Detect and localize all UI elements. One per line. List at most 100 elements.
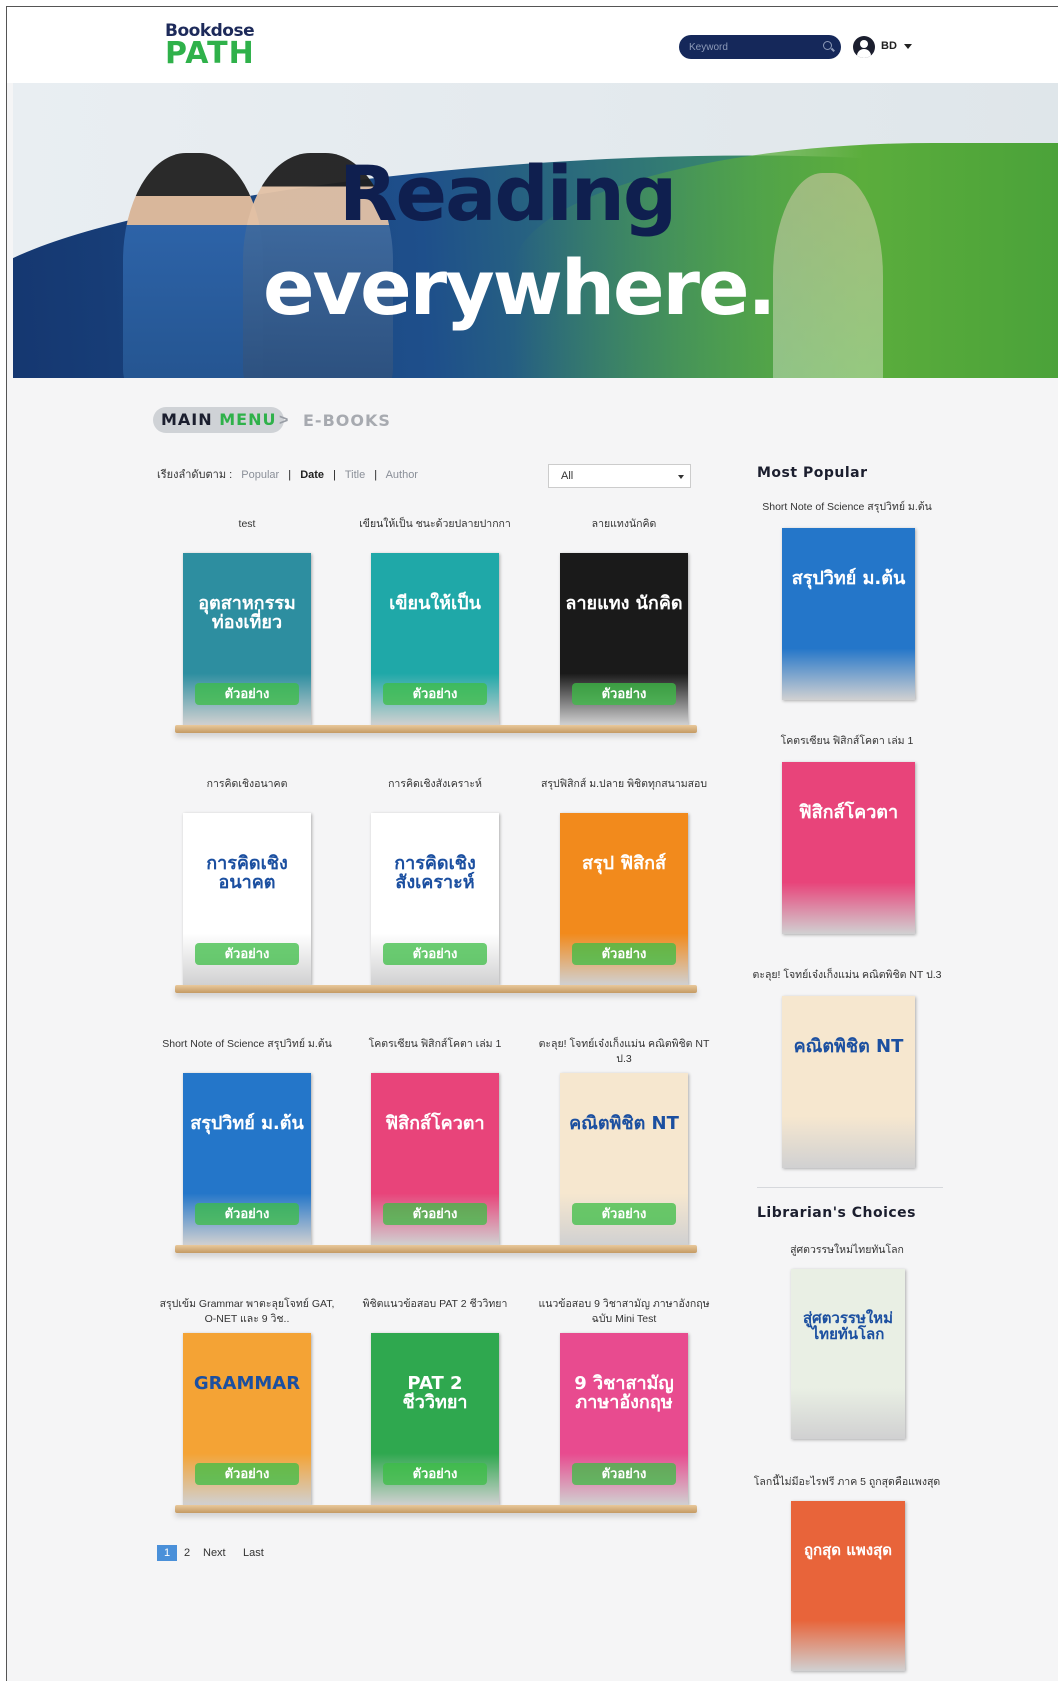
book-cover[interactable]: ฟิสิกส์โควตา <box>782 762 915 934</box>
book-cover[interactable]: ฟิสิกส์โควตา ตัวอย่าง <box>371 1073 499 1245</box>
book-title[interactable]: โคตรเซียน ฟิสิกส์โคตา เล่ม 1 <box>345 1037 525 1052</box>
book-title[interactable]: การคิดเชิงอนาคต <box>157 777 337 792</box>
search-input[interactable] <box>689 39 819 55</box>
top-header: Bookdose PATH BD <box>7 7 1058 83</box>
sample-preview-button[interactable]: ตัวอย่าง <box>195 1203 299 1225</box>
book-cover-title: ลายแทง นักคิด <box>565 593 683 614</box>
sort-option-date[interactable]: Date <box>300 469 324 481</box>
book-title[interactable]: เขียนให้เป็น ชนะด้วยปลายปากกา <box>345 517 525 532</box>
book-cover-title: อุตสาหกรรมท่องเที่ยว <box>198 593 296 633</box>
book-cover[interactable]: สรุปวิทย์ ม.ต้นตัวอย่าง <box>183 1073 311 1245</box>
book-title[interactable]: แนวข้อสอบ 9 วิชาสามัญ ภาษาอังกฤษ ฉบับ Mi… <box>534 1297 714 1327</box>
book-title[interactable]: Short Note of Science สรุปวิทย์ ม.ต้น <box>751 500 943 515</box>
bookdose-path-logo[interactable]: Bookdose PATH <box>165 21 255 71</box>
banner-photo-student-left <box>123 153 263 378</box>
hero-banner: Reading everywhere. <box>13 83 1058 378</box>
book-cover-title: สรุปวิทย์ ม.ต้น <box>791 568 906 589</box>
sort-divider: | <box>288 469 292 481</box>
book-cover[interactable]: เขียนให้เป็นตัวอย่าง <box>371 553 499 725</box>
book-title[interactable]: test <box>157 517 337 532</box>
book-title[interactable]: ตะลุย! โจทย์เจ๋งเก็งแม่น คณิตพิชิต NT ป.… <box>751 968 943 983</box>
book-cover[interactable]: อุตสาหกรรมท่องเที่ยวตัวอย่าง <box>183 553 311 725</box>
page-2-link[interactable]: 2 <box>184 1547 190 1559</box>
user-name[interactable]: BD <box>881 40 897 52</box>
page-frame: Bookdose PATH BD Reading everywhere. MAI… <box>6 6 1058 1681</box>
book-cover-title: คณิตพิชิต NT <box>793 1036 904 1057</box>
book-cover-art <box>791 1501 905 1671</box>
sort-bar: เรียงลำดับตาม : Popular | Date | Title |… <box>157 465 424 483</box>
last-page-link[interactable]: Last <box>243 1547 264 1559</box>
next-page-link[interactable]: Next <box>203 1547 226 1559</box>
book-cover-title: สรุปวิทย์ ม.ต้น <box>190 1113 304 1134</box>
book-cover-title: 9 วิชาสามัญ ภาษาอังกฤษ <box>574 1373 674 1413</box>
book-cover[interactable]: ลายแทง นักคิดตัวอย่าง <box>560 553 688 725</box>
book-title[interactable]: Short Note of Science สรุปวิทย์ ม.ต้น <box>157 1037 337 1052</box>
user-avatar-icon[interactable] <box>853 36 875 58</box>
search-box <box>679 35 841 59</box>
sample-preview-button[interactable]: ตัวอย่าง <box>383 683 487 705</box>
book-cover-art <box>782 528 915 700</box>
book-cover[interactable]: การคิดเชิง สังเคราะห์ตัวอย่าง <box>371 813 499 985</box>
book-cover[interactable]: สรุป ฟิสิกส์ ตัวอย่าง <box>560 813 688 985</box>
book-cover-title: PAT 2 ชีววิทยา <box>402 1373 468 1413</box>
book-title[interactable]: พิชิตแนวข้อสอบ PAT 2 ชีววิทยา <box>345 1297 525 1312</box>
book-cover-title: เขียนให้เป็น <box>389 593 481 614</box>
book-cover[interactable]: PAT 2 ชีววิทยาตัวอย่าง <box>371 1333 499 1505</box>
sample-preview-button[interactable]: ตัวอย่าง <box>383 1203 487 1225</box>
book-title[interactable]: สรุปเข้ม Grammar พาตะลุยโจทย์ GAT, O-NET… <box>157 1297 337 1327</box>
breadcrumb-main-menu[interactable]: MAIN MENU <box>153 407 285 433</box>
filter-selected-value: All <box>561 470 574 482</box>
book-title[interactable]: โลกนี้ไม่มีอะไรฟรี ภาค 5 ถูกสุดคือแพงสุด <box>751 1475 943 1490</box>
banner-headline-line2: everywhere. <box>263 243 776 332</box>
sample-preview-button[interactable]: ตัวอย่าง <box>383 943 487 965</box>
book-cover-art <box>782 996 915 1168</box>
bookshelf <box>175 1245 697 1253</box>
book-title[interactable]: สรุปฟิสิกส์ ม.ปลาย พิชิตทุกสนามสอบ <box>534 777 714 792</box>
book-cover-title: สู่ศตวรรษใหม่ ไทยทันโลก <box>803 1309 893 1343</box>
breadcrumb-separator: > <box>279 412 289 429</box>
book-cover-title: การคิดเชิง อนาคต <box>206 853 288 893</box>
sort-label: เรียงลำดับตาม : <box>157 469 233 481</box>
book-cover-title: GRAMMAR <box>193 1373 301 1394</box>
sort-option-title[interactable]: Title <box>345 469 365 481</box>
book-title[interactable]: ลายแทงนักคิด <box>534 517 714 532</box>
book-cover[interactable]: ถูกสุด แพงสุด <box>791 1501 905 1671</box>
book-cover[interactable]: สรุปวิทย์ ม.ต้น <box>782 528 915 700</box>
bookshelf <box>175 725 697 733</box>
category-filter-select[interactable]: All <box>548 464 691 488</box>
bookshelf <box>175 985 697 993</box>
book-cover[interactable]: GRAMMAR ตัวอย่าง <box>183 1333 311 1505</box>
sample-preview-button[interactable]: ตัวอย่าง <box>572 1203 676 1225</box>
book-title[interactable]: สู่ศตวรรษใหม่ไทยทันโลก <box>751 1243 943 1258</box>
page-1-button[interactable]: 1 <box>157 1545 177 1561</box>
logo-bottom-text: PATH <box>165 36 255 71</box>
sample-preview-button[interactable]: ตัวอย่าง <box>572 943 676 965</box>
breadcrumb-current: E-BOOKS <box>303 411 391 430</box>
sample-preview-button[interactable]: ตัวอย่าง <box>195 683 299 705</box>
sort-option-author[interactable]: Author <box>386 469 418 481</box>
book-cover[interactable]: สู่ศตวรรษใหม่ ไทยทันโลก <box>791 1269 905 1439</box>
book-cover[interactable]: การคิดเชิง อนาคตตัวอย่าง <box>183 813 311 985</box>
sample-preview-button[interactable]: ตัวอย่าง <box>383 1463 487 1485</box>
book-cover-art <box>791 1269 905 1439</box>
book-cover-title: ถูกสุด แพงสุด <box>803 1541 893 1559</box>
chevron-down-icon[interactable] <box>904 44 912 49</box>
book-cover[interactable]: คณิตพิชิต NT <box>782 996 915 1168</box>
sidebar-divider <box>757 1187 943 1188</box>
book-cover[interactable]: คณิตพิชิต NT ตัวอย่าง <box>560 1073 688 1245</box>
banner-photo-student-right <box>773 173 883 378</box>
book-title[interactable]: การคิดเชิงสังเคราะห์ <box>345 777 525 792</box>
book-cover-title: การคิดเชิง สังเคราะห์ <box>394 853 476 893</box>
librarian-choices-heading: Librarian's Choices <box>757 1205 916 1221</box>
search-icon[interactable] <box>823 41 832 50</box>
book-cover-title: คณิตพิชิต NT <box>569 1113 679 1134</box>
sort-option-popular[interactable]: Popular <box>241 469 279 481</box>
sample-preview-button[interactable]: ตัวอย่าง <box>195 943 299 965</box>
sample-preview-button[interactable]: ตัวอย่าง <box>572 1463 676 1485</box>
bookshelf <box>175 1505 697 1513</box>
sample-preview-button[interactable]: ตัวอย่าง <box>195 1463 299 1485</box>
sample-preview-button[interactable]: ตัวอย่าง <box>572 683 676 705</box>
book-title[interactable]: โคตรเซียน ฟิสิกส์โคตา เล่ม 1 <box>751 734 943 749</box>
book-title[interactable]: ตะลุย! โจทย์เจ๋งเก็งแม่น คณิตพิชิต NT ป.… <box>534 1037 714 1067</box>
book-cover[interactable]: 9 วิชาสามัญ ภาษาอังกฤษตัวอย่าง <box>560 1333 688 1505</box>
